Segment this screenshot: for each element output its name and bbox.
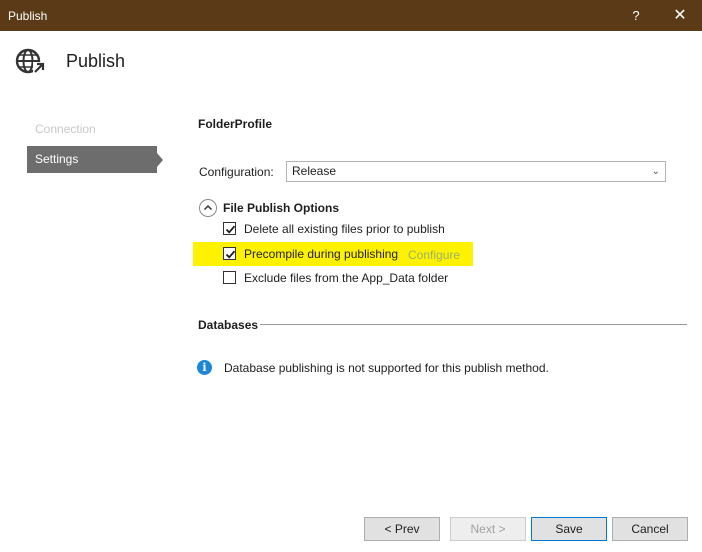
help-button[interactable]: ? — [626, 6, 646, 26]
file-publish-options-title: File Publish Options — [223, 201, 340, 215]
precompile-label: Precompile during publishing — [244, 247, 399, 261]
divider — [260, 324, 687, 325]
databases-info-text: Database publishing is not supported for… — [224, 361, 549, 375]
nav-item-connection[interactable]: Connection — [27, 116, 157, 143]
chevron-down-icon: ⌄ — [651, 166, 660, 177]
prev-button[interactable]: < Prev — [364, 517, 440, 541]
window-title: Publish — [8, 9, 48, 23]
cancel-button[interactable]: Cancel — [612, 517, 688, 541]
databases-title: Databases — [198, 318, 259, 332]
nav-item-settings[interactable]: Settings — [27, 146, 163, 173]
configure-link[interactable]: Configure — [408, 248, 460, 262]
exclude-app-data-label: Exclude files from the App_Data folder — [244, 271, 449, 285]
save-button[interactable]: Save — [531, 517, 607, 541]
page-title: Publish — [66, 51, 126, 71]
nav-item-label: Settings — [35, 152, 79, 166]
exclude-app-data-checkbox[interactable] — [223, 271, 236, 284]
title-bar: Publish ? ✕ — [0, 0, 702, 31]
configuration-label: Configuration: — [199, 165, 274, 179]
configuration-select[interactable]: Release ⌄ — [286, 161, 666, 182]
close-button[interactable]: ✕ — [670, 6, 690, 26]
globe-publish-icon — [14, 45, 46, 77]
profile-name: FolderProfile — [198, 117, 273, 131]
precompile-checkbox[interactable] — [223, 247, 236, 260]
collapse-toggle-button[interactable] — [199, 199, 217, 217]
configuration-value: Release — [292, 164, 337, 178]
selection-arrow — [157, 153, 163, 167]
delete-existing-checkbox[interactable] — [223, 222, 236, 235]
info-icon: i — [197, 360, 212, 375]
delete-existing-label: Delete all existing files prior to publi… — [244, 222, 445, 236]
next-button[interactable]: Next > — [450, 517, 526, 541]
